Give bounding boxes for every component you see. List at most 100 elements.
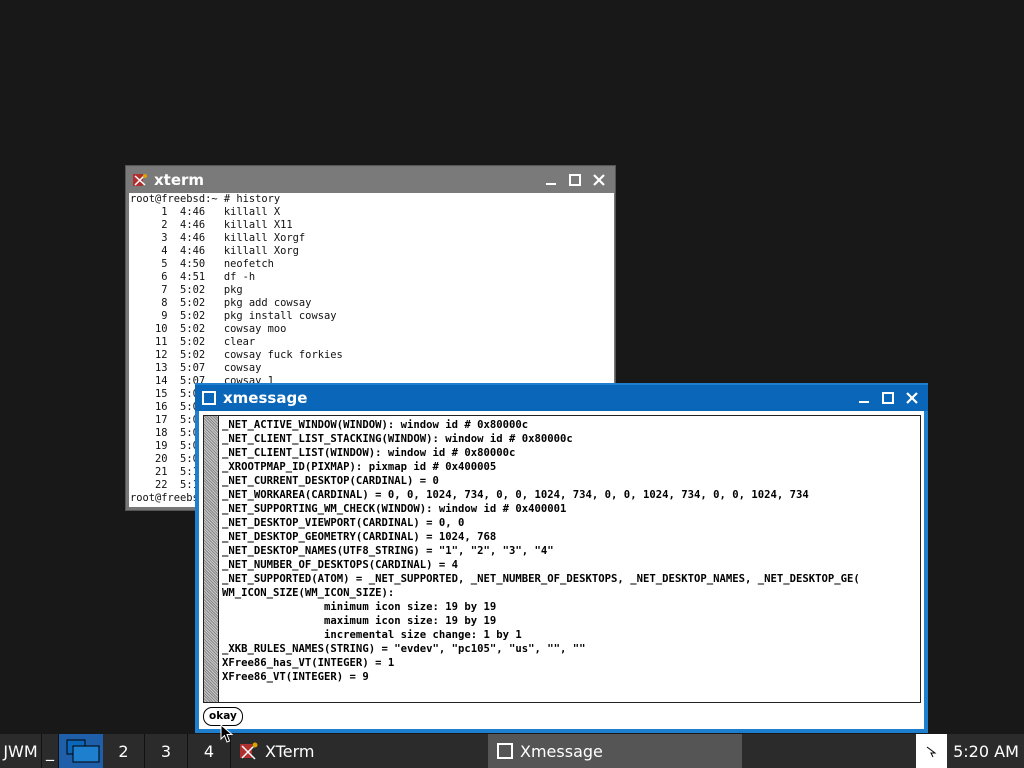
history-command: pkg: [205, 284, 243, 296]
history-command: pkg add cowsay: [205, 297, 312, 309]
history-line: 3 4:46 killall Xorgf: [130, 232, 614, 245]
message-line: WM_ICON_SIZE(WM_ICON_SIZE):: [222, 587, 395, 599]
xterm-title: xterm: [154, 171, 205, 189]
history-time: 5:02: [167, 297, 206, 309]
history-number: 15: [130, 388, 168, 400]
tray-icon[interactable]: [916, 734, 947, 768]
history-number: 21: [130, 466, 168, 478]
xmessage-window[interactable]: xmessage _NET_ACTIVE_WINDOW(WINDOW): win…: [195, 383, 928, 733]
close-icon[interactable]: [900, 386, 924, 410]
pager-window-icon: [66, 739, 100, 763]
message-line: _NET_CLIENT_LIST_STACKING(WINDOW): windo…: [222, 433, 573, 445]
xterm-task-icon: [237, 740, 259, 762]
history-number: 19: [130, 440, 168, 452]
history-line: 11 5:02 clear: [130, 336, 614, 349]
xmessage-titlebar[interactable]: xmessage: [195, 385, 928, 411]
task-xterm[interactable]: XTerm: [231, 734, 487, 768]
history-line: 5 4:50 neofetch: [130, 258, 614, 271]
xmessage-body: _NET_ACTIVE_WINDOW(WINDOW): window id # …: [199, 411, 924, 729]
history-time: 4:46: [167, 206, 206, 218]
history-line: 9 5:02 pkg install cowsay: [130, 310, 614, 323]
message-line: _NET_DESKTOP_GEOMETRY(CARDINAL) = 1024, …: [222, 531, 497, 543]
jwm-menu-button[interactable]: JWM: [0, 734, 42, 768]
desktop-1-pager[interactable]: [59, 734, 103, 768]
message-line: _NET_DESKTOP_VIEWPORT(CARDINAL) = 0, 0: [222, 517, 465, 529]
message-line: _NET_CLIENT_LIST(WINDOW): window id # 0x…: [222, 447, 516, 459]
history-command: neofetch: [205, 258, 274, 270]
scrollbar[interactable]: [204, 416, 219, 702]
minimize-icon[interactable]: [852, 386, 876, 410]
history-command: clear: [205, 336, 256, 348]
history-command: cowsay: [205, 362, 262, 374]
history-number: 13: [130, 362, 168, 374]
history-line: 13 5:07 cowsay: [130, 362, 614, 375]
task-xmessage-label: Xmessage: [520, 741, 603, 761]
history-number: 22: [130, 479, 168, 491]
history-time: 5:02: [167, 349, 206, 361]
task-xmessage[interactable]: Xmessage: [488, 734, 742, 768]
history-line: 1 4:46 killall X: [130, 206, 614, 219]
history-line: 6 4:51 df -h: [130, 271, 614, 284]
history-time: 5:02: [167, 336, 206, 348]
message-text: _NET_ACTIVE_WINDOW(WINDOW): window id # …: [222, 418, 860, 684]
history-number: 12: [130, 349, 168, 361]
history-number: 6: [130, 271, 168, 283]
history-command: killall Xorgf: [205, 232, 306, 244]
history-number: 9: [130, 310, 168, 322]
history-number: 20: [130, 453, 168, 465]
minimize-icon[interactable]: [539, 168, 563, 192]
clock[interactable]: 5:20 AM: [948, 734, 1024, 768]
xmessage-task-icon: [496, 742, 514, 760]
message-line: minimum icon size: 19 by 19: [222, 601, 497, 613]
xmessage-title: xmessage: [223, 389, 308, 407]
desktop-3-button[interactable]: 3: [145, 734, 188, 768]
history-command: pkg install cowsay: [205, 310, 337, 322]
history-number: 18: [130, 427, 168, 439]
history-command: cowsay fuck forkies: [205, 349, 343, 361]
message-line: _NET_DESKTOP_NAMES(UTF8_STRING) = "1", "…: [222, 545, 554, 557]
history-time: 5:02: [167, 284, 206, 296]
message-text-pane[interactable]: _NET_ACTIVE_WINDOW(WINDOW): window id # …: [203, 415, 921, 703]
history-number: 7: [130, 284, 168, 296]
task-xterm-label: XTerm: [265, 741, 315, 761]
taskbar: JWM _ 2 3 4 XTerm Xmessage 5:20 AM: [0, 734, 1024, 768]
history-number: 1: [130, 206, 168, 218]
history-command: df -h: [205, 271, 256, 283]
history-time: 4:50: [167, 258, 206, 270]
message-line: _NET_ACTIVE_WINDOW(WINDOW): window id # …: [222, 419, 529, 431]
message-line: _NET_SUPPORTED(ATOM) = _NET_SUPPORTED, _…: [222, 573, 860, 585]
history-number: 2: [130, 219, 168, 231]
history-number: 11: [130, 336, 168, 348]
xterm-titlebar[interactable]: xterm: [126, 167, 615, 193]
message-line: maximum icon size: 19 by 19: [222, 615, 497, 627]
history-line: 7 5:02 pkg: [130, 284, 614, 297]
history-command: killall Xorg: [205, 245, 299, 257]
history-line: 2 4:46 killall X11: [130, 219, 614, 232]
history-command: killall X11: [205, 219, 293, 231]
message-line: _NET_SUPPORTING_WM_CHECK(WINDOW): window…: [222, 503, 567, 515]
message-line: _XKB_RULES_NAMES(STRING) = "evdev", "pc1…: [222, 643, 586, 655]
message-line: _NET_CURRENT_DESKTOP(CARDINAL) = 0: [222, 475, 439, 487]
history-number: 8: [130, 297, 168, 309]
history-command: killall X: [205, 206, 281, 218]
mouse-cursor-icon: [220, 724, 234, 743]
message-line: _NET_NUMBER_OF_DESKTOPS(CARDINAL) = 4: [222, 559, 458, 571]
desktop-2-button[interactable]: 2: [103, 734, 145, 768]
history-number: 5: [130, 258, 168, 270]
history-line: 10 5:02 cowsay moo: [130, 323, 614, 336]
show-desktop-button[interactable]: _: [42, 734, 59, 768]
history-time: 4:46: [167, 232, 206, 244]
history-number: 4: [130, 245, 168, 257]
maximize-icon[interactable]: [563, 168, 587, 192]
maximize-icon[interactable]: [876, 386, 900, 410]
history-time: 5:02: [167, 323, 206, 335]
close-icon[interactable]: [587, 168, 611, 192]
history-number: 10: [130, 323, 168, 335]
history-time: 4:51: [167, 271, 206, 283]
message-line: _XROOTPMAP_ID(PIXMAP): pixmap id # 0x400…: [222, 461, 497, 473]
history-number: 17: [130, 414, 168, 426]
history-line: 12 5:02 cowsay fuck forkies: [130, 349, 614, 362]
history-line: 4 4:46 killall Xorg: [130, 245, 614, 258]
xterm-app-icon: [130, 170, 150, 190]
terminal-prompt-line: root@freebsd:~ # history: [130, 193, 281, 205]
